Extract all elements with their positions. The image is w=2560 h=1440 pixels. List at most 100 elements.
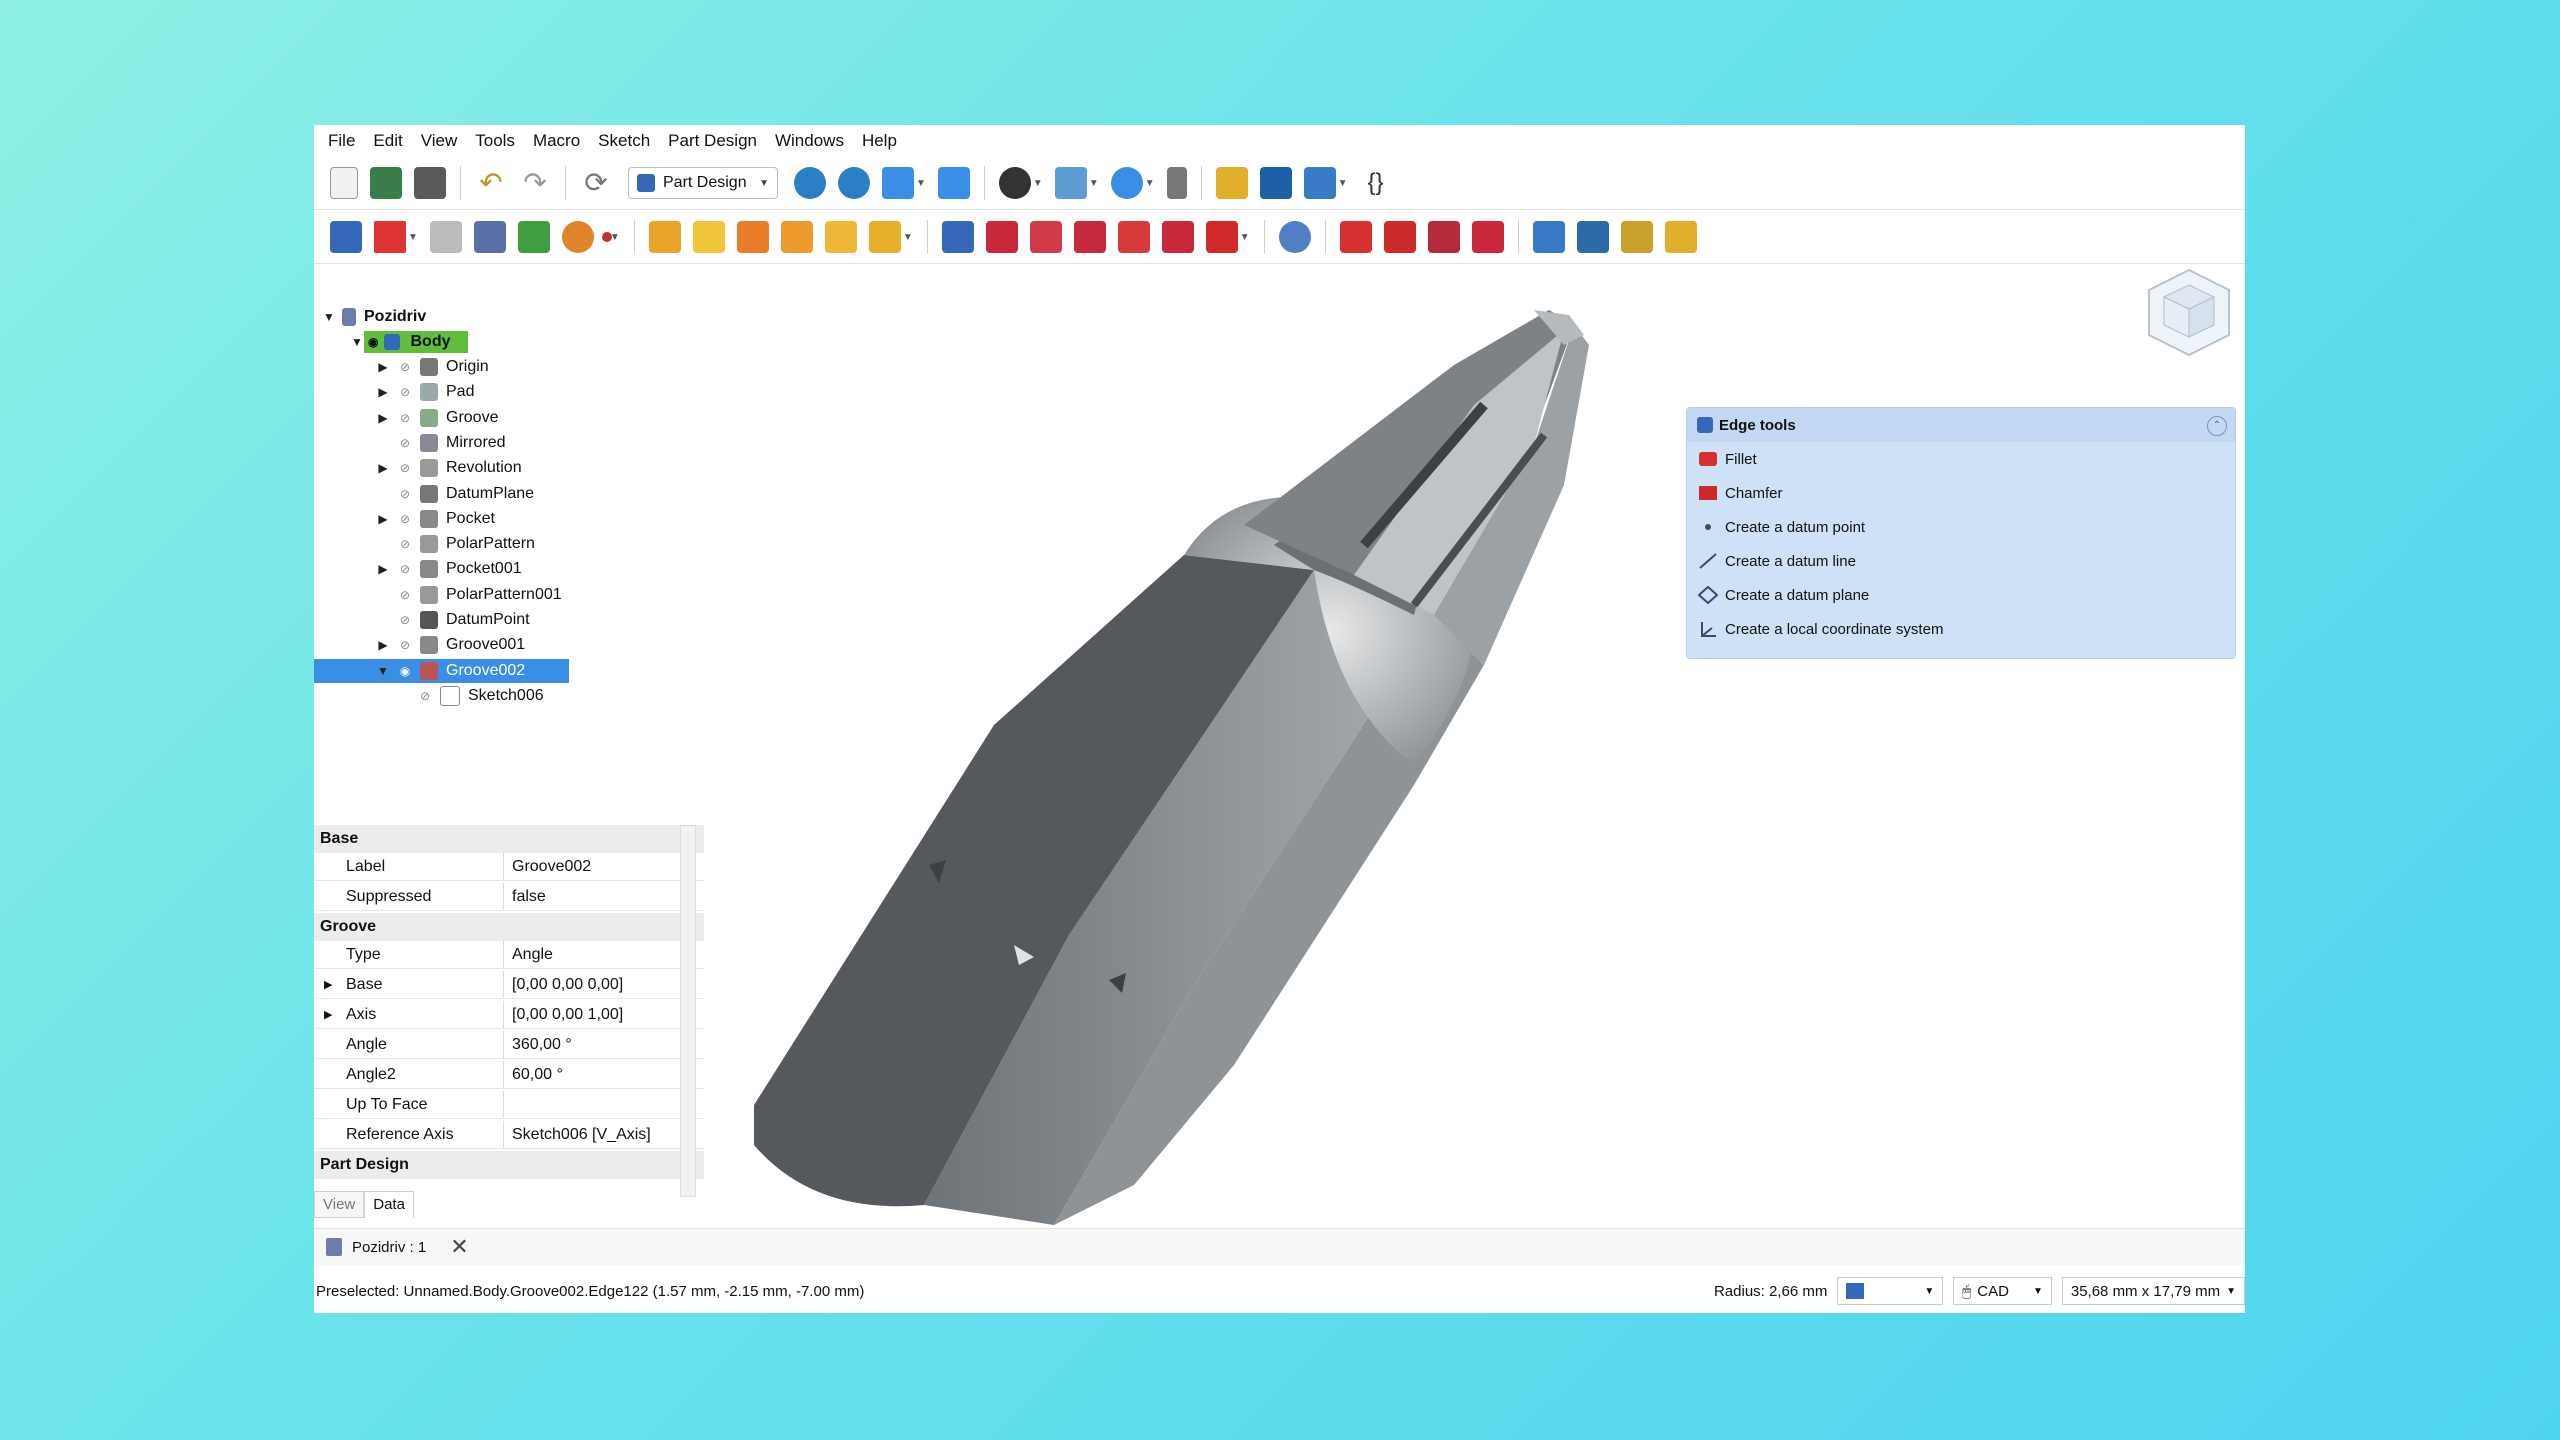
- chevron-down-icon[interactable]: ▼: [1145, 178, 1155, 189]
- menu-edit[interactable]: Edit: [373, 131, 402, 151]
- chevron-down-icon[interactable]: ▼: [1338, 178, 1348, 189]
- prop-row-label[interactable]: Label Groove002: [314, 853, 704, 881]
- visibility-icon[interactable]: ⊘: [396, 537, 414, 551]
- tree-item-origin[interactable]: ▶ ⊘ Origin: [314, 355, 489, 379]
- link-icon[interactable]: [1303, 167, 1336, 199]
- tree-item-groove[interactable]: ▶ ⊘ Groove: [314, 406, 498, 430]
- edge-tools-header[interactable]: Edge tools: [1687, 408, 2235, 442]
- menu-tools[interactable]: Tools: [475, 131, 515, 151]
- undo-icon[interactable]: ↶: [475, 167, 507, 199]
- prop-value[interactable]: Angle: [504, 946, 553, 964]
- prop-row-up-to-face[interactable]: Up To Face: [314, 1091, 704, 1119]
- chevron-down-icon[interactable]: ▼: [408, 232, 418, 243]
- additive-pipe-icon[interactable]: [780, 221, 813, 253]
- tree-item-polarpattern[interactable]: ⊘ PolarPattern: [314, 532, 535, 556]
- chevron-right-icon[interactable]: ▶: [376, 512, 390, 526]
- clone-icon[interactable]: [473, 221, 506, 253]
- edge-tool-chamfer[interactable]: Chamfer: [1687, 476, 2235, 510]
- edge-tool-datum-plane[interactable]: Create a datum plane: [1687, 578, 2235, 612]
- chevron-down-icon[interactable]: ▼: [916, 178, 926, 189]
- chevron-down-icon[interactable]: ▼: [1240, 232, 1250, 243]
- create-body-icon[interactable]: [330, 221, 362, 253]
- new-document-icon[interactable]: [330, 167, 358, 199]
- chamfer-icon[interactable]: [1383, 221, 1416, 253]
- tree-item-revolution[interactable]: ▶ ⊘ Revolution: [314, 456, 522, 480]
- tree-item-mirrored[interactable]: ⊘ Mirrored: [314, 431, 506, 455]
- mirrored-icon[interactable]: [1532, 221, 1565, 253]
- menu-windows[interactable]: Windows: [775, 131, 844, 151]
- navigation-cube[interactable]: [2144, 265, 2234, 360]
- edge-tool-datum-line[interactable]: Create a datum line: [1687, 544, 2235, 578]
- chevron-down-icon[interactable]: ▼: [376, 664, 390, 678]
- chevron-down-icon[interactable]: ▼: [322, 310, 336, 324]
- part-icon[interactable]: [1215, 167, 1248, 199]
- edge-tool-datum-point[interactable]: Create a datum point: [1687, 510, 2235, 544]
- visibility-icon[interactable]: ⊘: [396, 385, 414, 399]
- visibility-icon[interactable]: ⊘: [396, 613, 414, 627]
- additive-loft-icon[interactable]: [736, 221, 769, 253]
- prop-value[interactable]: [0,00 0,00 1,00]: [504, 1006, 623, 1024]
- tree-item-sketch006[interactable]: ⊘ Sketch006: [314, 684, 544, 708]
- subshape-binder-icon[interactable]: [561, 221, 594, 253]
- prop-value[interactable]: Groove002: [504, 858, 591, 876]
- document-tab[interactable]: Pozidriv : 1: [352, 1239, 426, 1256]
- prop-row-angle2[interactable]: Angle2 60,00 °: [314, 1061, 704, 1089]
- tree-item-polarpattern001[interactable]: ⊘ PolarPattern001: [314, 583, 562, 607]
- subtractive-loft-icon[interactable]: [1073, 221, 1106, 253]
- subtractive-pipe-icon[interactable]: [1117, 221, 1150, 253]
- chevron-down-icon[interactable]: ▼: [1033, 178, 1043, 189]
- linear-pattern-icon[interactable]: [1576, 221, 1609, 253]
- menu-macro[interactable]: Macro: [533, 131, 580, 151]
- tab-data[interactable]: Data: [364, 1191, 414, 1218]
- shape-binder-icon[interactable]: [517, 221, 550, 253]
- tree-root[interactable]: ▼ Pozidriv: [322, 305, 426, 329]
- visibility-icon[interactable]: ⊘: [396, 360, 414, 374]
- pocket-icon[interactable]: [941, 221, 974, 253]
- visibility-icon[interactable]: ⊘: [396, 461, 414, 475]
- tree-item-pad[interactable]: ▶ ⊘ Pad: [314, 380, 474, 404]
- navigation-style-selector[interactable]: 🖱 CAD ▼: [1953, 1277, 2052, 1305]
- clipping-icon[interactable]: [1166, 167, 1187, 199]
- chevron-down-icon[interactable]: ▼: [1089, 178, 1099, 189]
- menu-sketch[interactable]: Sketch: [598, 131, 650, 151]
- open-document-icon[interactable]: [370, 167, 402, 199]
- menu-view[interactable]: View: [421, 131, 458, 151]
- chevron-right-icon[interactable]: ▶: [376, 385, 390, 399]
- subtractive-primitive-icon[interactable]: [1205, 221, 1238, 253]
- prop-row-angle[interactable]: Angle 360,00 °: [314, 1031, 704, 1059]
- prop-row-type[interactable]: Type Angle: [314, 941, 704, 969]
- tree-item-datumplane[interactable]: ⊘ DatumPlane: [314, 482, 534, 506]
- chevron-right-icon[interactable]: ▶: [376, 411, 390, 425]
- chevron-right-icon[interactable]: ▶: [324, 1008, 332, 1021]
- visibility-icon[interactable]: ◉: [396, 664, 414, 678]
- draft-icon[interactable]: [1427, 221, 1460, 253]
- subtractive-helix-icon[interactable]: [1161, 221, 1194, 253]
- tree-item-groove001[interactable]: ▶ ⊘ Groove001: [314, 633, 525, 657]
- chevron-down-icon[interactable]: ▼: [903, 232, 913, 243]
- visibility-icon[interactable]: ⊘: [396, 487, 414, 501]
- visibility-icon[interactable]: ⊘: [396, 436, 414, 450]
- boolean-icon[interactable]: [1278, 221, 1311, 253]
- fit-all-icon[interactable]: [794, 167, 826, 199]
- chevron-right-icon[interactable]: ▶: [324, 978, 332, 991]
- fillet-icon[interactable]: [1339, 221, 1372, 253]
- polar-pattern-icon[interactable]: [1620, 221, 1653, 253]
- visibility-icon[interactable]: ⊘: [396, 411, 414, 425]
- prop-value[interactable]: 60,00 °: [504, 1066, 563, 1084]
- additive-helix-icon[interactable]: [824, 221, 857, 253]
- multi-transform-icon[interactable]: [1664, 221, 1697, 253]
- menu-part-design[interactable]: Part Design: [668, 131, 757, 151]
- prop-row-base[interactable]: ▶ Base [0,00 0,00 0,00]: [314, 971, 704, 999]
- prop-value[interactable]: Sketch006 [V_Axis]: [504, 1126, 651, 1144]
- macro-braces-icon[interactable]: {}: [1360, 167, 1392, 199]
- pad-icon[interactable]: [648, 221, 681, 253]
- groove-icon[interactable]: [1029, 221, 1062, 253]
- redo-icon[interactable]: ↷: [519, 167, 551, 199]
- visibility-icon[interactable]: ⊘: [396, 512, 414, 526]
- std-views-icon[interactable]: [882, 167, 914, 199]
- prop-value[interactable]: 360,00 °: [504, 1036, 572, 1054]
- menu-help[interactable]: Help: [862, 131, 897, 151]
- prop-row-axis[interactable]: ▶ Axis [0,00 0,00 1,00]: [314, 1001, 704, 1029]
- chevron-right-icon[interactable]: ▶: [376, 461, 390, 475]
- color-selector[interactable]: ▼: [1837, 1277, 1944, 1305]
